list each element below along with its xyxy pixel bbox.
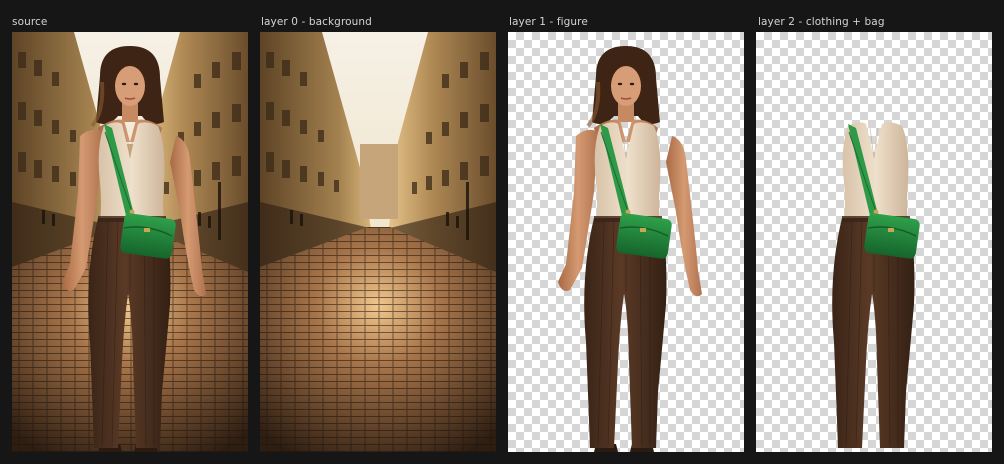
panel-label-figure: layer 1 - figure — [509, 16, 588, 28]
panel-label-source: source — [12, 16, 48, 28]
panel-clothing[interactable] — [756, 32, 992, 452]
figure-image — [556, 44, 704, 452]
panel-background[interactable] — [260, 32, 496, 452]
panel-source[interactable] — [12, 32, 248, 452]
background-image — [260, 32, 496, 452]
panel-label-clothing: layer 2 - clothing + bag — [758, 16, 885, 28]
clothing-image — [831, 121, 922, 449]
layer-comparison-view: source layer 0 - background layer 1 - fi… — [0, 0, 1004, 464]
source-image — [12, 32, 248, 452]
panel-figure[interactable] — [508, 32, 744, 452]
panel-label-background: layer 0 - background — [261, 16, 372, 28]
